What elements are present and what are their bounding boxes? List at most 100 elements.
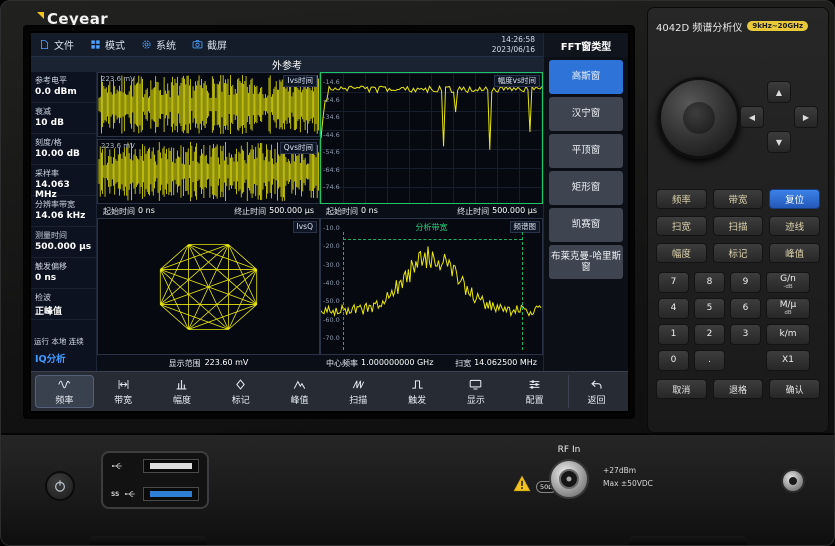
key-peak[interactable]: 峰值 xyxy=(769,243,820,263)
display-range: 显示范围 223.60 mV xyxy=(97,358,320,369)
key-digit-8[interactable]: 8 xyxy=(694,272,725,293)
center-frequency: 中心频率1.000000000 GHz xyxy=(326,358,433,369)
toolbar-amplitude[interactable]: 幅度 xyxy=(153,375,212,408)
key-digit-0[interactable]: 0 xyxy=(658,350,689,371)
param-label: 采样率 xyxy=(35,168,92,179)
key-frequency[interactable]: 频率 xyxy=(656,189,707,209)
key-bandwidth[interactable]: 带宽 xyxy=(713,189,764,209)
toolbar-peak[interactable]: 峰值 xyxy=(270,375,329,408)
param-ref-level: 参考电平0.0 dBm xyxy=(31,72,96,103)
hardware-panel: 4042D 频谱分析仪 9kHz~20GHz ▲◀ ▶▼ 频率带宽复位扫宽扫描迹线… xyxy=(647,7,829,433)
key-backspace[interactable]: 退格 xyxy=(713,379,764,399)
start-time-label: 起始时间 xyxy=(103,206,135,217)
foot-left xyxy=(89,536,207,546)
analysis-band-left-line xyxy=(343,232,344,350)
max-input-rating: +27dBm Max ±50VDC xyxy=(603,465,653,491)
key-digit-9[interactable]: 9 xyxy=(730,272,761,293)
arrow-left-key[interactable]: ◀ xyxy=(740,106,764,128)
key-digit-7[interactable]: 7 xyxy=(658,272,689,293)
fft-option-kaiser[interactable]: 凯赛窗 xyxy=(549,208,623,242)
key-sweep[interactable]: 扫描 xyxy=(713,216,764,236)
key-digit-5[interactable]: 5 xyxy=(694,298,725,319)
arrow-up-key[interactable]: ▲ xyxy=(767,81,791,103)
menu-screenshot[interactable]: 截屏 xyxy=(192,37,227,52)
q-range-label: 223.6 mV xyxy=(101,142,135,150)
key-unit-m[interactable]: M/μdB xyxy=(766,298,810,319)
arrow-right-key[interactable]: ▶ xyxy=(794,106,818,128)
toolbar-frequency[interactable]: 频率 xyxy=(35,375,94,408)
clock: 14:26:58 2023/06/16 xyxy=(492,35,535,55)
key-digit-3[interactable]: 3 xyxy=(730,324,761,345)
center-frequency-label: 中心频率 xyxy=(326,358,358,369)
y-axis-label: -60.0 xyxy=(323,316,340,324)
param-label: 分辨率带宽 xyxy=(35,199,92,210)
usb-ports: SS xyxy=(101,451,209,509)
file-icon xyxy=(39,39,50,50)
q-panel-label: Qvs时间 xyxy=(280,142,317,154)
toolbar-display[interactable]: 显示 xyxy=(446,375,505,408)
key-x1[interactable]: X1 xyxy=(766,350,810,371)
span: 扫宽14.062500 MHz xyxy=(455,358,537,369)
toolbar-config[interactable]: 配置 xyxy=(505,375,564,408)
key-confirm[interactable]: 确认 xyxy=(769,379,820,399)
back-button[interactable]: 返回 xyxy=(568,375,624,408)
key-label: 6 xyxy=(743,304,749,313)
key-digit-2[interactable]: 2 xyxy=(694,324,725,345)
toolbar-trigger[interactable]: 触发 xyxy=(388,375,447,408)
fft-option-gaussian[interactable]: 高斯窗 xyxy=(549,60,623,94)
key-decimal[interactable]: . xyxy=(694,350,725,371)
foot-right xyxy=(629,536,747,546)
y-axis-label: -70.0 xyxy=(323,334,340,342)
key-unit-k[interactable]: k/m xyxy=(766,324,810,345)
i-range-label: 223.6 mV xyxy=(101,75,135,83)
display-range-value: 223.60 mV xyxy=(205,358,249,369)
menu-file[interactable]: 文件 xyxy=(39,37,74,52)
iq-constellation xyxy=(98,219,319,354)
arrow-down-key[interactable]: ▼ xyxy=(767,131,791,153)
toolbar-bandwidth[interactable]: 带宽 xyxy=(94,375,153,408)
model-label: 4042D 频谱分析仪 xyxy=(656,19,742,34)
key-marker[interactable]: 标记 xyxy=(713,243,764,263)
graph-footer: 显示范围 223.60 mV 中心频率1.000000000 GHz 扫宽14.… xyxy=(97,355,543,371)
param-value: 500.000 μs xyxy=(35,242,92,252)
param-label: 衰减 xyxy=(35,106,92,117)
key-cancel[interactable]: 取消 xyxy=(656,379,707,399)
toolbar-label-amplitude: 幅度 xyxy=(173,393,191,406)
param-trigger-offset: 触发偏移0 ns xyxy=(31,258,96,289)
fft-options: 高斯窗汉宁窗平顶窗矩形窗凯赛窗布莱克曼-哈里斯窗 xyxy=(544,57,628,282)
power-button[interactable] xyxy=(45,471,75,501)
bandwidth-icon xyxy=(116,378,131,391)
toolbar-label-peak: 峰值 xyxy=(291,393,309,406)
param-list: 参考电平0.0 dBm衰减10 dB刻度/格10.00 dB采样率14.063 … xyxy=(31,72,96,320)
toolbar-sweep[interactable]: 扫描 xyxy=(329,375,388,408)
key-preset[interactable]: 复位 xyxy=(769,189,820,209)
key-digit-1[interactable]: 1 xyxy=(658,324,689,345)
key-label: X1 xyxy=(782,356,794,365)
key-span[interactable]: 扫宽 xyxy=(656,216,707,236)
back-label: 返回 xyxy=(587,393,605,406)
param-label: 检波 xyxy=(35,292,92,303)
fft-option-hanning[interactable]: 汉宁窗 xyxy=(549,97,623,131)
menu-mode[interactable]: 模式 xyxy=(90,37,125,52)
key-digit-6[interactable]: 6 xyxy=(730,298,761,319)
key-digit-4[interactable]: 4 xyxy=(658,298,689,319)
toolbar-label-frequency: 频率 xyxy=(55,393,73,406)
toolbar-marker[interactable]: 标记 xyxy=(211,375,270,408)
toolbar-label-bandwidth: 带宽 xyxy=(114,393,132,406)
param-attenuation: 衰减10 dB xyxy=(31,103,96,134)
rf-in-label: RF In xyxy=(549,445,589,455)
menu-system[interactable]: 系统 xyxy=(141,37,176,52)
param-meas-time: 测量时间500.000 μs xyxy=(31,227,96,258)
hardware-header: 4042D 频谱分析仪 9kHz~20GHz xyxy=(656,15,820,37)
key-trace[interactable]: 迹线 xyxy=(769,216,820,236)
fft-option-blackman-harris[interactable]: 布莱克曼-哈里斯窗 xyxy=(549,245,623,279)
param-value: 10 dB xyxy=(35,118,92,128)
key-unit-g[interactable]: G/n-dB xyxy=(766,272,810,293)
fft-option-flattop[interactable]: 平顶窗 xyxy=(549,134,623,168)
rotary-knob[interactable] xyxy=(658,77,740,159)
fft-option-rectangular[interactable]: 矩形窗 xyxy=(549,171,623,205)
key-amplitude[interactable]: 幅度 xyxy=(656,243,707,263)
menu-label-system: 系统 xyxy=(156,37,176,52)
y-axis-label: -74.6 xyxy=(323,183,340,191)
reference-status-title: 外参考 xyxy=(31,57,543,72)
